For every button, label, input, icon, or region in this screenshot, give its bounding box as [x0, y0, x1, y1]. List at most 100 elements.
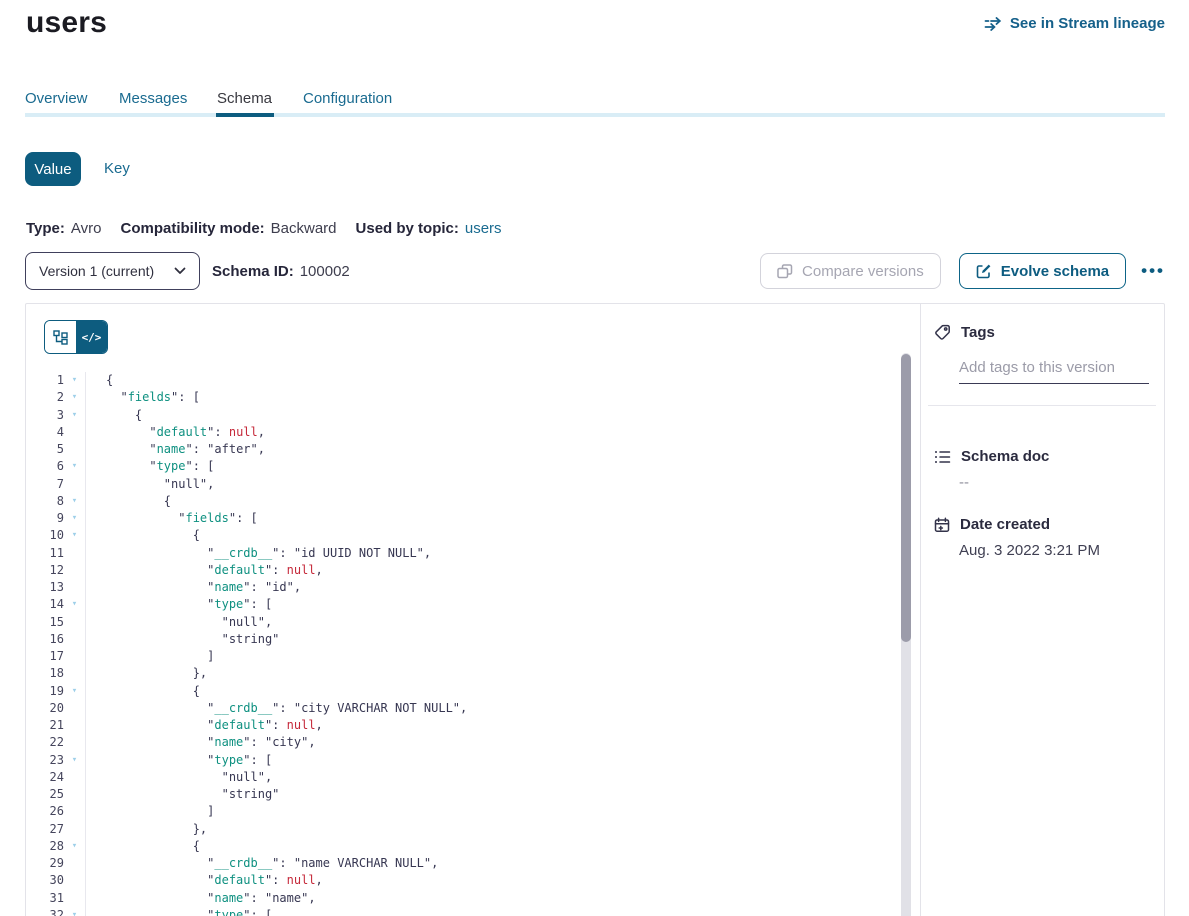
date-created-heading: Date created	[934, 516, 1100, 533]
line-number: 5	[26, 441, 64, 458]
line-number: 27	[26, 821, 64, 838]
tags-title: Tags	[961, 324, 995, 341]
line-number: 17	[26, 648, 64, 665]
code-line: 20 "__crdb__": "city VARCHAR NOT NULL",	[26, 700, 920, 717]
version-select[interactable]: Version 1 (current)	[25, 252, 200, 290]
fold-gutter	[64, 700, 85, 717]
fold-arrow-icon[interactable]: ▾	[64, 389, 85, 406]
fold-arrow-icon[interactable]: ▾	[64, 407, 85, 424]
code-text: },	[85, 665, 207, 682]
editor-scrollbar-track[interactable]	[901, 353, 911, 916]
code-text: "name": "after",	[85, 441, 265, 458]
line-number: 12	[26, 562, 64, 579]
compatibility-label: Compatibility mode:	[120, 220, 264, 237]
tags-heading: Tags	[934, 324, 1150, 341]
schema-id-label: Schema ID:	[212, 263, 294, 280]
tab-overview[interactable]: Overview	[25, 90, 88, 107]
chevron-down-icon	[174, 267, 186, 275]
stream-lineage-link[interactable]: See in Stream lineage	[984, 15, 1165, 32]
editor-scrollbar-thumb[interactable]	[901, 354, 911, 642]
tags-input[interactable]	[959, 355, 1149, 384]
tree-view-button[interactable]	[45, 321, 76, 353]
code-text: {	[85, 407, 142, 424]
line-number: 30	[26, 872, 64, 889]
code-text: {	[85, 372, 113, 389]
code-line: 32▾ "type": [	[26, 907, 920, 916]
compare-versions-button[interactable]: Compare versions	[760, 253, 941, 289]
tag-icon	[934, 324, 951, 341]
used-by-topic-link[interactable]: users	[465, 220, 502, 237]
fold-gutter	[64, 786, 85, 803]
schema-meta-row: Type: Avro Compatibility mode: Backward …	[26, 220, 502, 237]
stream-lineage-icon	[984, 17, 1002, 31]
fold-arrow-icon[interactable]: ▾	[64, 510, 85, 527]
code-text: "__crdb__": "name VARCHAR NULL",	[85, 855, 438, 872]
schema-doc-title: Schema doc	[961, 448, 1049, 465]
line-number: 16	[26, 631, 64, 648]
code-text: "type": [	[85, 752, 272, 769]
page-title: users	[26, 6, 107, 40]
view-mode-toggle: </>	[44, 320, 108, 354]
code-text: {	[85, 683, 200, 700]
code-line: 23▾ "type": [	[26, 752, 920, 769]
fold-gutter	[64, 821, 85, 838]
line-number: 14	[26, 596, 64, 613]
fold-gutter	[64, 665, 85, 682]
date-created-title: Date created	[960, 516, 1050, 533]
code-text: "string"	[85, 631, 279, 648]
fold-arrow-icon[interactable]: ▾	[64, 683, 85, 700]
fold-arrow-icon[interactable]: ▾	[64, 596, 85, 613]
code-line: 22 "name": "city",	[26, 734, 920, 751]
code-line: 16 "string"	[26, 631, 920, 648]
fold-gutter	[64, 424, 85, 441]
line-number: 22	[26, 734, 64, 751]
key-toggle-link[interactable]: Key	[104, 160, 130, 177]
line-number: 2	[26, 389, 64, 406]
fold-arrow-icon[interactable]: ▾	[64, 493, 85, 510]
code-line: 13 "name": "id",	[26, 579, 920, 596]
schema-doc-heading: Schema doc	[934, 448, 1049, 465]
code-text: "default": null,	[85, 562, 323, 579]
code-line: 1▾{	[26, 372, 920, 389]
tab-messages[interactable]: Messages	[119, 90, 187, 107]
line-number: 10	[26, 527, 64, 544]
type-label: Type:	[26, 220, 65, 237]
line-number: 19	[26, 683, 64, 700]
evolve-schema-button[interactable]: Evolve schema	[959, 253, 1126, 289]
tags-section: Tags	[934, 324, 1150, 384]
code-line: 8▾ {	[26, 493, 920, 510]
fold-gutter	[64, 769, 85, 786]
code-view-button[interactable]: </>	[76, 321, 107, 353]
line-number: 11	[26, 545, 64, 562]
line-number: 18	[26, 665, 64, 682]
value-toggle-button[interactable]: Value	[25, 152, 81, 186]
fold-arrow-icon[interactable]: ▾	[64, 527, 85, 544]
calendar-plus-icon	[934, 517, 950, 533]
meta-compatibility: Compatibility mode: Backward	[120, 220, 336, 237]
more-options-icon[interactable]: •••	[1141, 261, 1165, 281]
fold-arrow-icon[interactable]: ▾	[64, 458, 85, 475]
line-number: 23	[26, 752, 64, 769]
line-number: 24	[26, 769, 64, 786]
code-line: 17 ]	[26, 648, 920, 665]
fold-arrow-icon[interactable]: ▾	[64, 838, 85, 855]
code-line: 2▾ "fields": [	[26, 389, 920, 406]
line-number: 26	[26, 803, 64, 820]
tab-configuration[interactable]: Configuration	[303, 90, 392, 107]
code-line: 9▾ "fields": [	[26, 510, 920, 527]
meta-used-by-topic: Used by topic: users	[356, 220, 502, 237]
code-text: {	[85, 838, 200, 855]
code-text: "string"	[85, 786, 279, 803]
fold-arrow-icon[interactable]: ▾	[64, 372, 85, 389]
code-text: "default": null,	[85, 717, 323, 734]
tab-schema[interactable]: Schema	[217, 90, 272, 107]
code-line: 10▾ {	[26, 527, 920, 544]
line-number: 25	[26, 786, 64, 803]
code-line: 15 "null",	[26, 614, 920, 631]
line-number: 9	[26, 510, 64, 527]
fold-arrow-icon[interactable]: ▾	[64, 752, 85, 769]
code-text: "type": [	[85, 907, 272, 916]
sidebar-divider	[928, 405, 1156, 406]
line-number: 1	[26, 372, 64, 389]
fold-arrow-icon[interactable]: ▾	[64, 907, 85, 916]
